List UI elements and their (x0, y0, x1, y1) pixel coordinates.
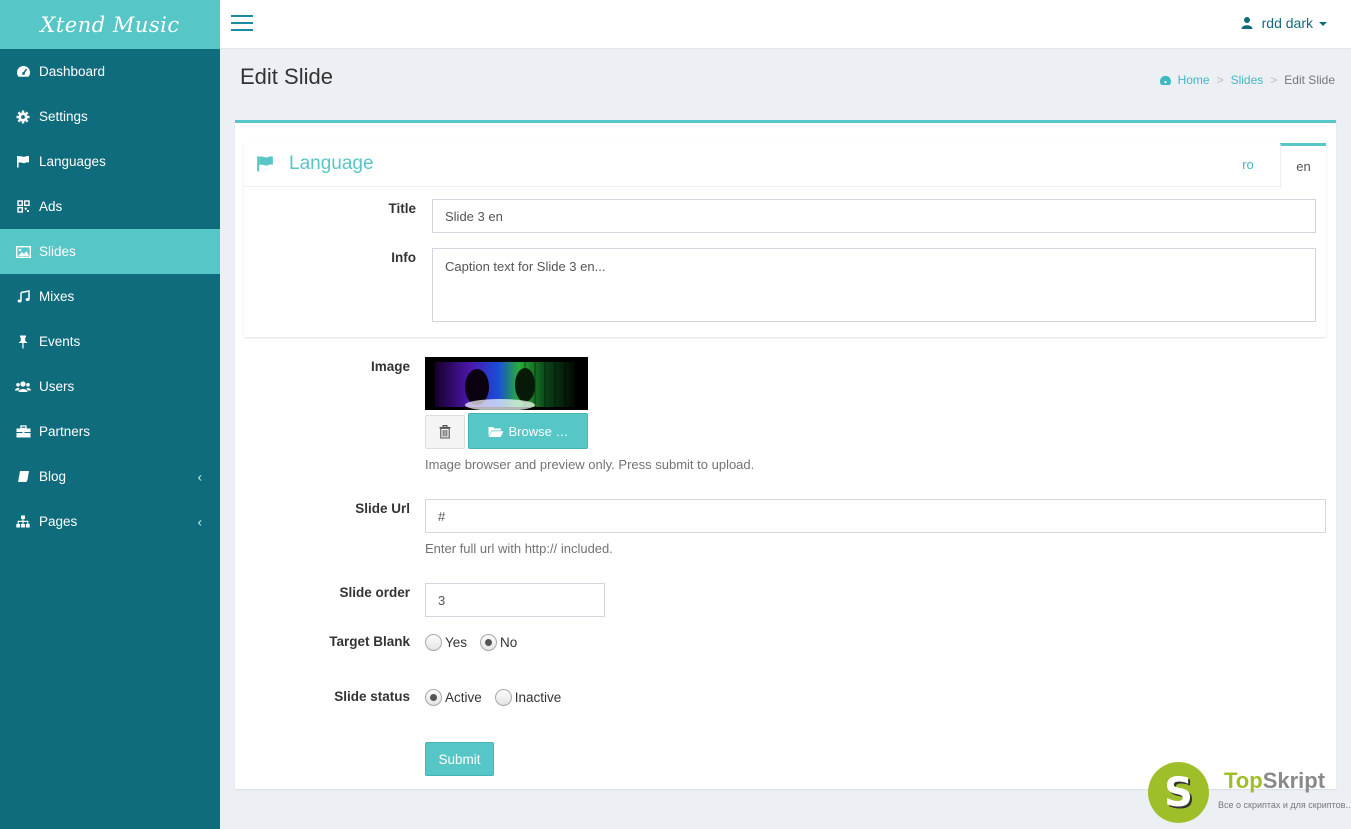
remove-image-button[interactable] (425, 415, 465, 449)
sidebar-item-settings[interactable]: Settings (0, 94, 220, 139)
language-panel-header: Language ro en (244, 143, 1326, 188)
target-blank-no-radio[interactable] (480, 634, 498, 651)
sidebar-item-label: Users (39, 379, 75, 394)
slide-image-preview (425, 357, 588, 410)
sidebar-item-partners[interactable]: Partners (0, 409, 220, 454)
breadcrumb-slides[interactable]: Slides (1231, 73, 1264, 87)
sidebar-item-label: Dashboard (39, 64, 106, 79)
trash-icon (439, 425, 451, 439)
sidebar-toggle-icon[interactable] (231, 15, 253, 33)
breadcrumb-home[interactable]: Home (1178, 73, 1210, 87)
breadcrumb-current: Edit Slide (1284, 73, 1335, 87)
tab-en[interactable]: en (1280, 143, 1326, 188)
chevron-left-icon: ‹ (197, 514, 202, 529)
user-name: rdd dark (1261, 15, 1313, 31)
breadcrumb: Home > Slides > Edit Slide (1159, 73, 1335, 87)
target-blank-yes-radio[interactable] (425, 634, 442, 651)
flag-icon (15, 155, 31, 169)
status-inactive-radio[interactable] (494, 689, 512, 706)
gear-icon (15, 110, 31, 124)
user-menu[interactable]: rdd dark (1240, 15, 1327, 31)
watermark-brand: TopSkript (1224, 768, 1326, 793)
app-logo[interactable]: Xtend Music (0, 0, 220, 49)
browse-button[interactable]: Browse … (468, 413, 588, 449)
status-inactive-label: Inactive (514, 690, 562, 705)
sidebar-nav: Dashboard Settings Languages Ads Slides (0, 49, 220, 544)
sidebar-item-label: Events (39, 334, 81, 349)
info-textarea[interactable]: Caption text for Slide 3 en... (432, 248, 1316, 322)
sitemap-icon (15, 515, 31, 529)
folder-open-icon (488, 426, 504, 437)
breadcrumb-separator: > (1270, 73, 1278, 87)
target-blank-no-label: No (500, 635, 518, 650)
status-active-radio[interactable] (425, 689, 442, 706)
image-help-text: Image browser and preview only. Press su… (425, 457, 755, 472)
sidebar-item-label: Blog (39, 469, 67, 484)
watermark-tagline: Все о скриптах и для скриптов... (1218, 800, 1351, 810)
slide-order-label: Slide order (339, 585, 410, 600)
browse-button-label: Browse … (508, 423, 569, 439)
sidebar: Xtend Music Dashboard Settings Languages… (0, 0, 220, 829)
flag-icon (255, 155, 275, 175)
info-label: Info (391, 250, 416, 265)
watermark-logo: S (1148, 762, 1209, 823)
user-icon (1241, 17, 1253, 29)
pin-icon (15, 335, 31, 349)
sidebar-item-label: Languages (39, 154, 106, 169)
top-navbar: rdd dark (220, 0, 1351, 49)
book-icon (15, 470, 31, 484)
sidebar-item-mixes[interactable]: Mixes (0, 274, 220, 319)
sidebar-item-dashboard[interactable]: Dashboard (0, 49, 220, 94)
sidebar-item-label: Ads (39, 199, 63, 214)
qrcode-icon (15, 200, 31, 214)
sidebar-item-label: Partners (39, 424, 91, 439)
title-label: Title (388, 201, 416, 216)
tab-ro[interactable]: ro (1234, 143, 1262, 187)
slide-status-label: Slide status (334, 689, 410, 704)
image-label: Image (370, 359, 410, 374)
sidebar-item-blog[interactable]: Blog ‹ (0, 454, 220, 499)
users-icon (15, 380, 31, 394)
sidebar-item-label: Pages (39, 514, 78, 529)
submit-button[interactable]: Submit (425, 742, 494, 776)
slide-status-radio-group: Active Inactive (425, 689, 574, 706)
status-active-label: Active (445, 690, 482, 705)
caret-down-icon (1319, 22, 1327, 26)
sidebar-item-pages[interactable]: Pages ‹ (0, 499, 220, 544)
edit-slide-form: Language ro en Title Slide 3 en Info Cap… (235, 120, 1336, 789)
page-title: Edit Slide (240, 64, 333, 89)
slide-url-help-text: Enter full url with http:// included. (425, 541, 613, 556)
target-blank-label: Target Blank (329, 634, 410, 649)
title-input[interactable]: Slide 3 en (432, 199, 1316, 233)
sidebar-item-slides[interactable]: Slides (0, 229, 220, 274)
chevron-left-icon: ‹ (197, 469, 202, 484)
slide-url-label: Slide Url (355, 501, 410, 516)
breadcrumb-separator: > (1216, 73, 1224, 87)
sidebar-item-label: Settings (39, 109, 88, 124)
slide-order-input[interactable]: 3 (425, 583, 605, 617)
topskript-watermark: S TopSkript Все о скриптах и для скрипто… (1148, 760, 1351, 826)
sidebar-item-label: Mixes (39, 289, 75, 304)
dashboard-icon (1159, 75, 1171, 85)
target-blank-yes-label: Yes (445, 635, 468, 650)
slide-url-input[interactable]: # (425, 499, 1326, 533)
language-panel-title: Language (289, 153, 374, 174)
sidebar-item-events[interactable]: Events (0, 319, 220, 364)
sidebar-item-label: Slides (39, 244, 76, 259)
dashboard-icon (15, 65, 31, 79)
sidebar-item-ads[interactable]: Ads (0, 184, 220, 229)
sidebar-item-languages[interactable]: Languages (0, 139, 220, 184)
image-icon (15, 245, 31, 259)
target-blank-radio-group: Yes No (425, 634, 530, 651)
briefcase-icon (15, 425, 31, 439)
music-icon (15, 290, 31, 304)
sidebar-item-users[interactable]: Users (0, 364, 220, 409)
